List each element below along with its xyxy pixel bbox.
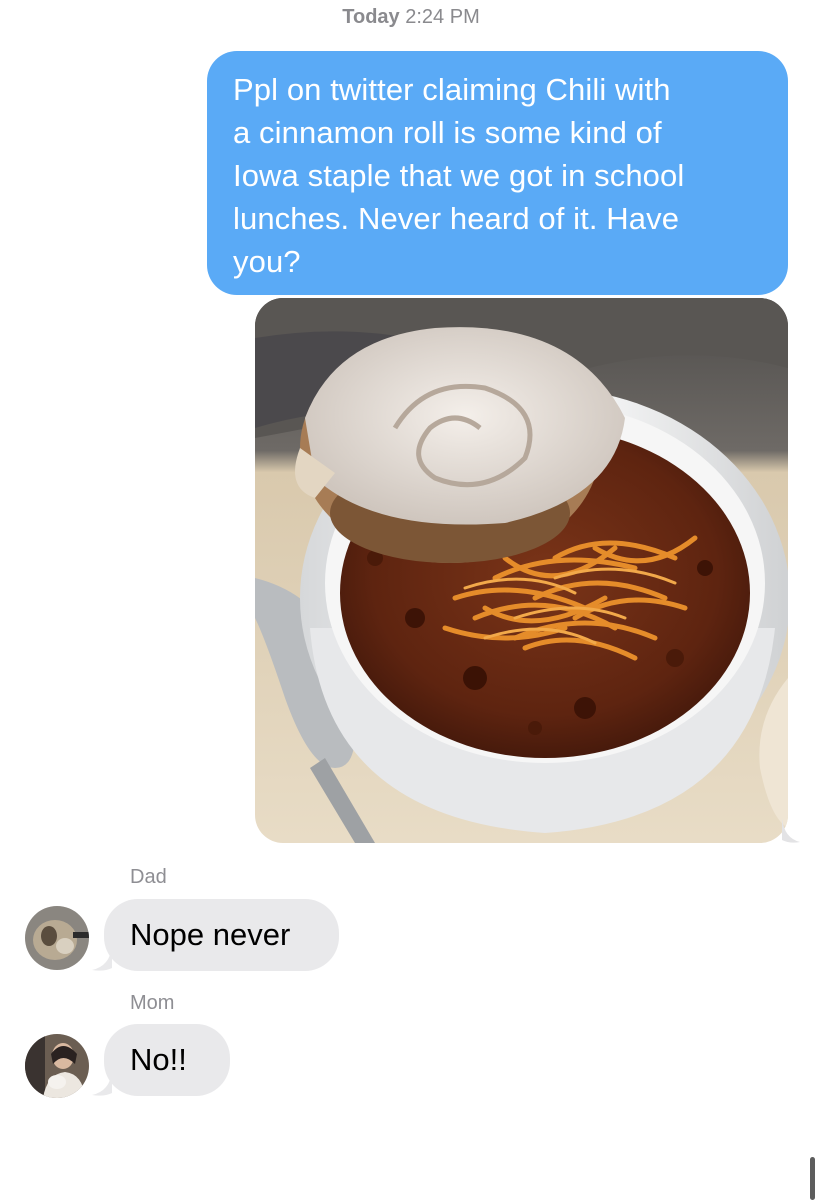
photo-attachment[interactable]: [255, 298, 788, 843]
scrollbar[interactable]: [810, 1157, 815, 1200]
outgoing-message-line: Ppl on twitter claiming Chili with: [233, 72, 671, 107]
incoming-message-bubble[interactable]: Nope never: [104, 899, 339, 971]
outgoing-message-bubble[interactable]: Ppl on twitter claiming Chili with a cin…: [207, 51, 788, 295]
conversation-timestamp: Today 2:24 PM: [0, 6, 822, 29]
outgoing-message-line: a cinnamon roll is some kind of: [233, 115, 662, 150]
incoming-message-bubble[interactable]: No!!: [104, 1024, 230, 1096]
dad-avatar-image: [25, 906, 89, 970]
incoming-message-text: Nope never: [130, 917, 291, 952]
sender-name-mom: Mom: [130, 992, 175, 1014]
incoming-message-text: No!!: [130, 1042, 187, 1077]
incoming-bubble-tail: [92, 946, 112, 971]
incoming-bubble-tail: [92, 1071, 112, 1096]
timestamp-day: Today: [342, 6, 400, 28]
timestamp-time: 2:24 PM: [405, 6, 480, 28]
dad-avatar-icon[interactable]: [25, 906, 89, 970]
outgoing-message-line: Iowa staple that we got in school: [233, 158, 685, 193]
sender-name-dad: Dad: [130, 866, 167, 888]
mom-avatar-image: [25, 1034, 89, 1098]
outgoing-bubble-tail: [782, 818, 800, 843]
outgoing-message-line: you?: [233, 244, 301, 279]
outgoing-message-line: lunches. Never heard of it. Have: [233, 201, 680, 236]
chili-cinnamon-roll-photo: [255, 298, 788, 843]
mom-avatar-icon[interactable]: [25, 1034, 89, 1098]
